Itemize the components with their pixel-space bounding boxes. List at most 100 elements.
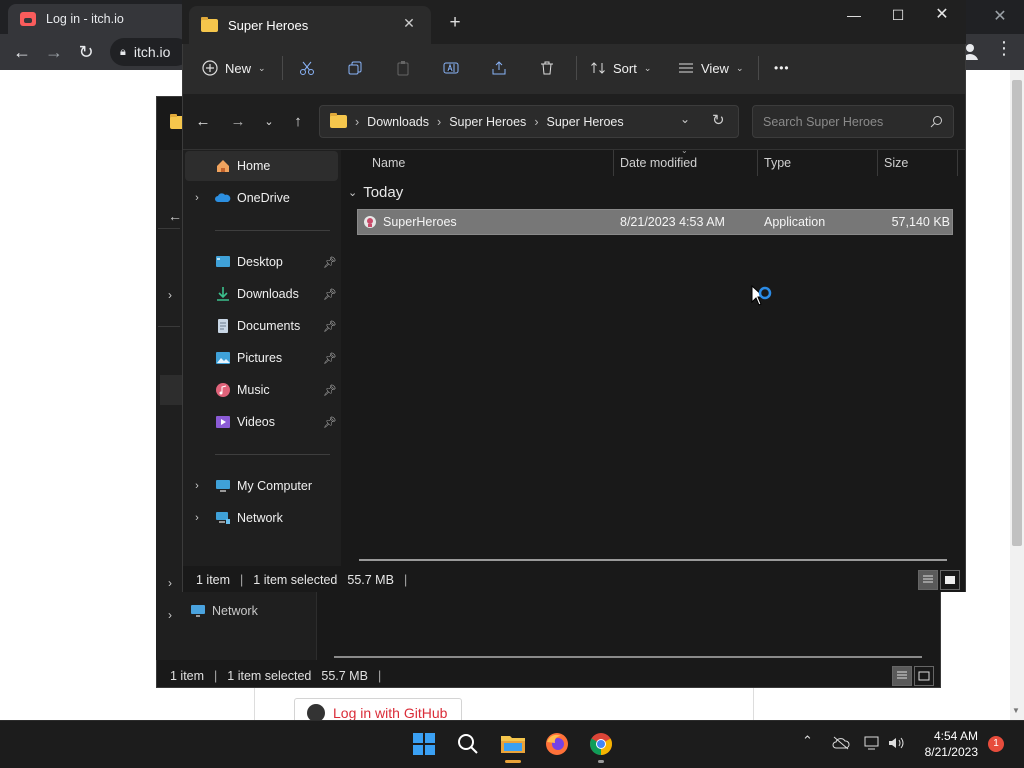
windows-start-icon[interactable] xyxy=(407,727,441,761)
browser-reload-icon[interactable]: ↻ xyxy=(72,38,100,66)
status-separator: | xyxy=(240,573,244,587)
onedrive-offline-icon[interactable] xyxy=(832,736,850,750)
paste-icon[interactable] xyxy=(395,56,411,80)
column-separator[interactable] xyxy=(613,150,614,176)
column-header-name[interactable]: Name xyxy=(372,153,405,173)
breadcrumb-item[interactable]: Super Heroes xyxy=(449,115,526,129)
pin-icon[interactable]: 📌︎ xyxy=(323,416,337,429)
minimize-icon[interactable]: — xyxy=(832,5,876,27)
search-input[interactable]: Search Super Heroes xyxy=(752,105,954,138)
share-icon[interactable] xyxy=(491,56,507,80)
up-icon[interactable]: ↑ xyxy=(285,108,311,134)
recent-locations-icon[interactable]: ⌄ xyxy=(256,108,282,134)
browser-back-icon[interactable]: ← xyxy=(8,38,36,66)
nav-item-my-computer[interactable]: › My Computer xyxy=(185,472,339,500)
back-horizontal-scrollbar[interactable] xyxy=(334,656,922,658)
close-icon[interactable]: ✕ xyxy=(920,5,964,27)
back-expand-icon[interactable]: › xyxy=(168,576,172,590)
new-tab-icon[interactable]: + xyxy=(444,12,466,34)
forward-icon[interactable]: → xyxy=(225,108,251,134)
breadcrumb-item[interactable]: Super Heroes xyxy=(546,115,623,129)
nav-item-videos[interactable]: Videos 📌︎ xyxy=(185,408,339,436)
back-status-items: 1 item xyxy=(170,669,205,683)
column-separator[interactable] xyxy=(957,150,958,176)
expand-chevron-icon[interactable]: › xyxy=(185,480,209,492)
back-window-back-icon[interactable]: ← xyxy=(168,208,182,224)
back-expand-icon[interactable]: › xyxy=(168,608,172,622)
status-selected-size: 55.7 MB xyxy=(347,573,394,587)
browser-tab[interactable]: Log in - itch.io xyxy=(8,4,188,34)
nav-item-network[interactable]: › Network xyxy=(185,504,339,532)
view-button[interactable]: View ⌄ xyxy=(678,56,744,80)
delete-icon[interactable] xyxy=(539,56,555,80)
show-hidden-icons-icon[interactable]: ⌃ xyxy=(802,733,813,749)
column-header-date-modified[interactable]: Date modified xyxy=(620,153,697,173)
search-icon[interactable] xyxy=(451,727,485,761)
file-row[interactable]: SuperHeroes 8/21/2023 4:53 AM Applicatio… xyxy=(357,209,953,235)
scroll-down-icon[interactable]: ▼ xyxy=(1012,706,1020,715)
browser-close-icon[interactable]: ✕ xyxy=(986,2,1014,30)
nav-item-home[interactable]: Home xyxy=(185,152,339,180)
browser-address-bar[interactable]: 🔒︎ itch.io xyxy=(110,38,190,66)
more-options-button[interactable]: ••• xyxy=(774,56,790,80)
chrome-icon[interactable] xyxy=(584,727,618,761)
nav-item-pictures[interactable]: Pictures 📌︎ xyxy=(185,344,339,372)
column-header-size[interactable]: Size xyxy=(884,153,908,173)
sort-button[interactable]: Sort ⌄ xyxy=(590,56,651,80)
details-view-icon[interactable] xyxy=(918,570,938,590)
home-icon xyxy=(215,158,231,174)
notification-badge[interactable]: 1 xyxy=(988,736,1004,752)
maximize-icon[interactable]: ☐ xyxy=(876,5,920,27)
back-expand-icon[interactable]: › xyxy=(168,288,172,302)
tiles-view-icon[interactable] xyxy=(914,666,934,686)
explorer-tab[interactable]: Super Heroes xyxy=(189,6,431,44)
nav-item-label: Videos xyxy=(237,415,275,429)
pin-icon[interactable]: 📌︎ xyxy=(323,256,337,269)
refresh-icon[interactable]: ↻ xyxy=(712,111,725,129)
column-separator[interactable] xyxy=(757,150,758,176)
pin-icon[interactable]: 📌︎ xyxy=(323,288,337,301)
nav-item-label: Documents xyxy=(237,319,301,333)
page-scrollbar-thumb[interactable] xyxy=(1012,80,1022,546)
back-nav-network[interactable]: Network xyxy=(190,604,258,618)
browser-menu-icon[interactable]: ⋮ xyxy=(992,38,1016,66)
browser-forward-icon[interactable]: → xyxy=(40,38,68,66)
nav-item-music[interactable]: Music 📌︎ xyxy=(185,376,339,404)
column-separator[interactable] xyxy=(877,150,878,176)
cut-icon[interactable] xyxy=(299,56,315,80)
nav-item-desktop[interactable]: Desktop 📌︎ xyxy=(185,248,339,276)
file-explorer-icon[interactable] xyxy=(496,727,530,761)
back-nav-divider xyxy=(158,326,180,327)
toolbar-separator xyxy=(758,56,759,80)
pin-icon[interactable]: 📌︎ xyxy=(323,352,337,365)
column-header-type[interactable]: Type xyxy=(764,153,791,173)
new-button[interactable]: New ⌄ xyxy=(202,56,266,80)
rename-icon[interactable] xyxy=(443,56,459,80)
network-status-icon[interactable] xyxy=(864,736,882,750)
chevron-down-icon: ⌄ xyxy=(258,62,266,73)
tiles-view-icon[interactable] xyxy=(940,570,960,590)
address-bar[interactable]: › Downloads › Super Heroes › Super Heroe… xyxy=(319,105,739,138)
pin-icon[interactable]: 📌︎ xyxy=(323,320,337,333)
horizontal-scrollbar[interactable] xyxy=(359,559,947,561)
expand-chevron-icon[interactable]: › xyxy=(185,192,209,204)
details-view-icon[interactable] xyxy=(892,666,912,686)
expand-chevron-icon[interactable]: › xyxy=(185,512,209,524)
address-dropdown-icon[interactable]: ⌄ xyxy=(680,112,690,126)
github-login-label: Log in with GitHub xyxy=(333,705,448,721)
nav-item-documents[interactable]: Documents 📌︎ xyxy=(185,312,339,340)
clock[interactable]: 4:54 AM 8/21/2023 xyxy=(912,728,978,760)
nav-item-downloads[interactable]: Downloads 📌︎ xyxy=(185,280,339,308)
firefox-icon[interactable] xyxy=(540,727,574,761)
group-header-today[interactable]: ⌄ Today xyxy=(348,184,403,201)
tab-close-icon[interactable]: ✕ xyxy=(400,14,418,32)
nav-item-onedrive[interactable]: › OneDrive xyxy=(185,184,339,212)
copy-icon[interactable] xyxy=(347,56,363,80)
breadcrumb-item[interactable]: Downloads xyxy=(367,115,429,129)
sort-icon xyxy=(590,60,606,76)
back-icon[interactable]: ← xyxy=(190,108,216,134)
pin-icon[interactable]: 📌︎ xyxy=(323,384,337,397)
volume-icon[interactable] xyxy=(888,736,906,750)
nav-item-label: Music xyxy=(237,383,270,397)
status-separator: | xyxy=(214,669,218,683)
